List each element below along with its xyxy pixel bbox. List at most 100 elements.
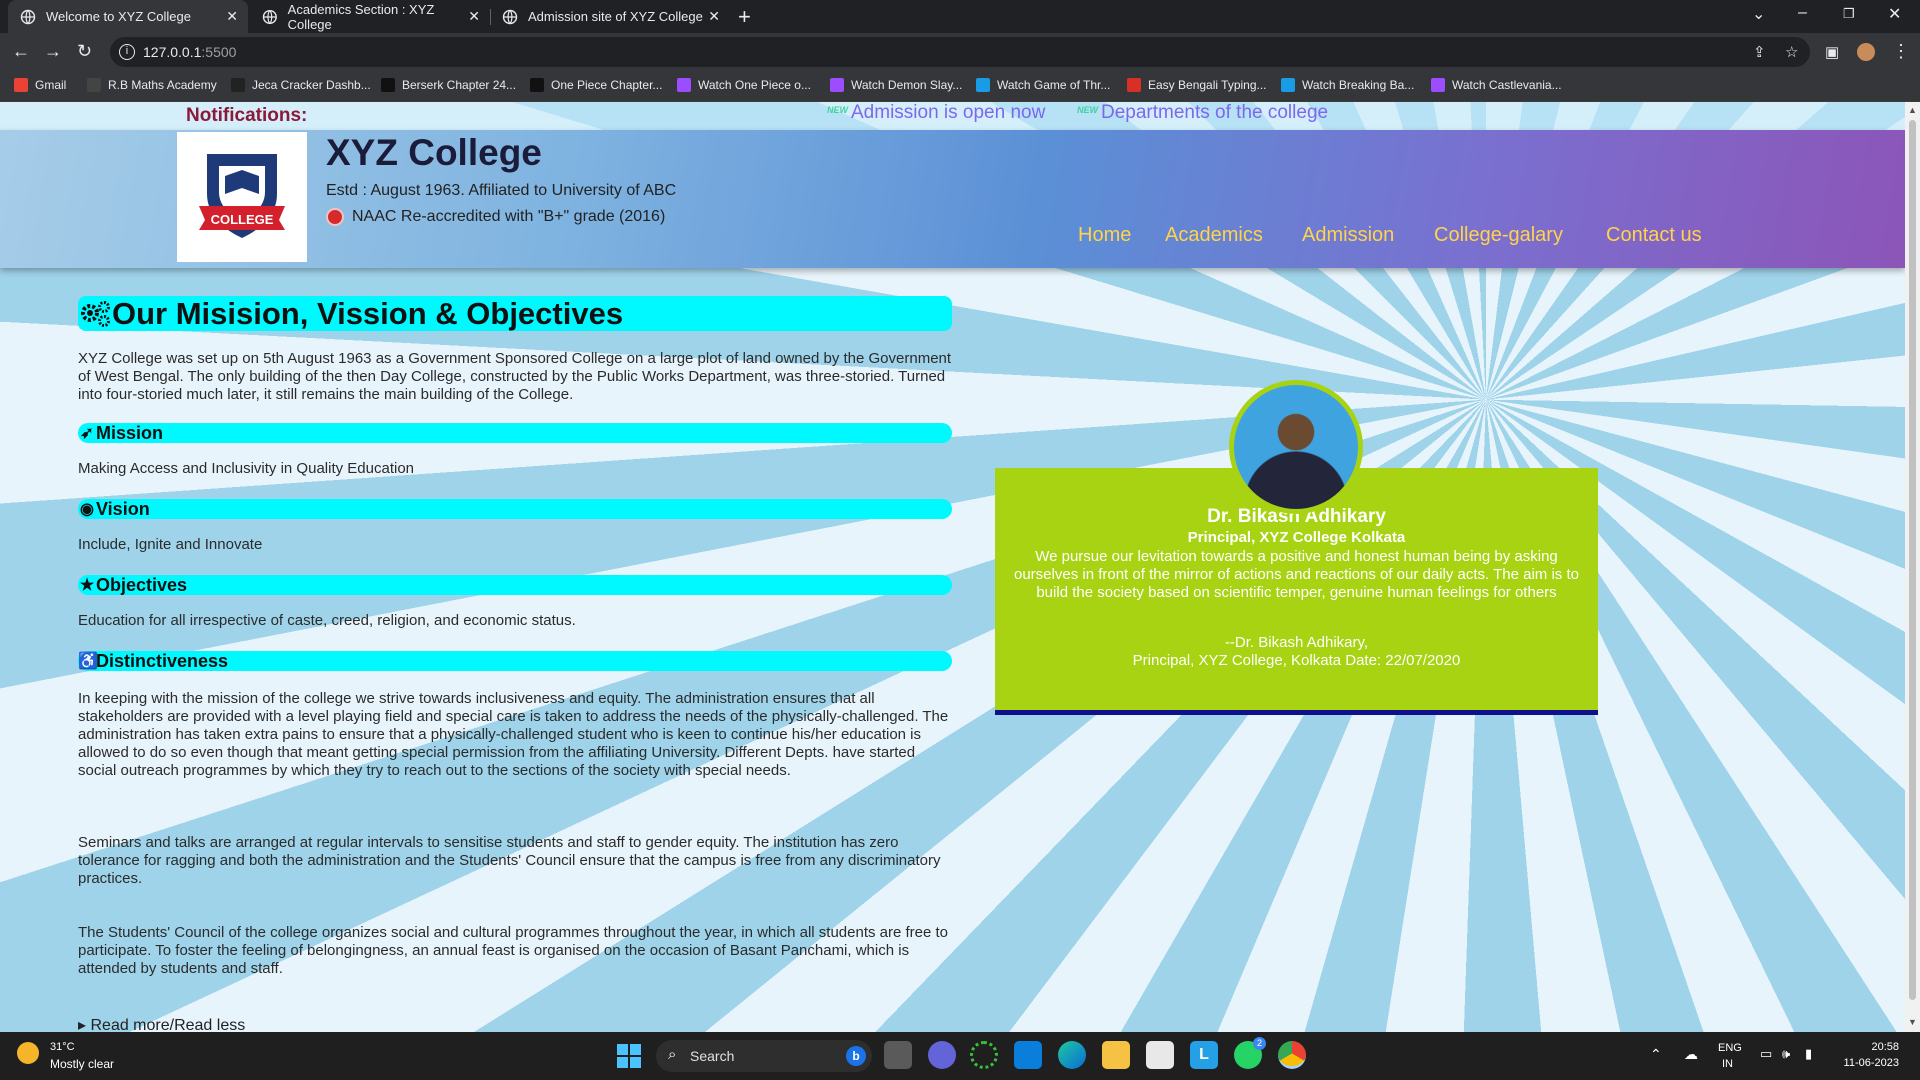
signature-line-2: Principal, XYZ College, Kolkata Date: 22… (1132, 652, 1461, 669)
tab-search-chevron-icon[interactable]: ⌄ (1752, 4, 1765, 24)
read-more-toggle[interactable]: ▸ Read more/Read less (78, 1015, 245, 1032)
reload-icon[interactable]: ↻ (77, 41, 92, 62)
minimize-button[interactable]: – (1798, 4, 1807, 22)
bookmark-item[interactable]: One Piece Chapter... (530, 78, 662, 92)
college-crest-icon: COLLEGE (199, 154, 285, 238)
intro-paragraph: XYZ College was set up on 5th August 196… (78, 350, 952, 403)
site-info-icon[interactable]: i (119, 44, 135, 60)
signature-line-1: --Dr. Bikash Adhikary, (1224, 634, 1369, 651)
loading-app-icon[interactable] (970, 1041, 998, 1069)
bookmark-label: Berserk Chapter 24... (402, 78, 517, 92)
new-tab-button[interactable]: + (738, 4, 751, 30)
close-icon[interactable]: ✕ (226, 8, 238, 25)
naac-text: NAAC Re-accredited with "B+" grade (2016… (352, 208, 666, 225)
edge-icon[interactable] (1058, 1041, 1086, 1069)
teams-chat-icon[interactable] (928, 1041, 956, 1069)
bookmark-item[interactable]: Berserk Chapter 24... (381, 78, 516, 92)
ring-icon (1281, 78, 1295, 92)
red-icon (1127, 78, 1141, 92)
bookmark-item[interactable]: Watch Demon Slay... (830, 78, 962, 92)
bookmark-item[interactable]: Watch Breaking Ba... (1281, 78, 1414, 92)
nav-home[interactable]: Home (1078, 224, 1131, 247)
notification-admission-link[interactable]: NEW Admission is open now (827, 102, 1045, 124)
bookmark-label: Watch Game of Thr... (997, 78, 1111, 92)
chrome-icon[interactable] (1278, 1041, 1306, 1069)
objectives-text: Education for all irrespective of caste,… (78, 612, 576, 629)
browser-tab-bar: Welcome to XYZ College ✕ Academics Secti… (0, 0, 1920, 33)
onedrive-cloud-icon[interactable]: ☁ (1684, 1046, 1698, 1063)
notification-departments-link[interactable]: NEW Departments of the college (1077, 102, 1328, 124)
l-app-icon[interactable]: L (1190, 1041, 1218, 1069)
menu-kebab-icon[interactable]: ⋮ (1892, 41, 1910, 62)
nav-contact-us[interactable]: Contact us (1606, 224, 1702, 247)
mission-heading-text: Mission (96, 422, 164, 443)
address-bar[interactable]: i 127.0.0.1:5500 ⇪ ☆ (110, 37, 1810, 67)
bookmark-item[interactable]: Easy Bengali Typing... (1127, 78, 1267, 92)
globe-icon (502, 9, 518, 24)
objectives-heading-text: Objectives (96, 574, 188, 595)
nav-college-gallery[interactable]: College-galary (1434, 224, 1563, 247)
mc-icon (381, 78, 395, 92)
windows-start-icon[interactable] (617, 1044, 641, 1068)
volume-icon[interactable]: 🕪 (1782, 1046, 1790, 1062)
bookmark-item[interactable]: Watch One Piece o... (677, 78, 811, 92)
weather-description[interactable]: Mostly clear (50, 1057, 114, 1071)
bing-icon[interactable]: b (846, 1046, 866, 1066)
nav-admission[interactable]: Admission (1302, 224, 1394, 247)
browser-toolbar: ← → ↻ i 127.0.0.1:5500 ⇪ ☆ ▣ ⋮ (0, 33, 1920, 71)
close-icon[interactable]: ✕ (468, 8, 480, 25)
mission-heading: ➶ Mission (78, 423, 952, 443)
scroll-up-icon[interactable]: ▲ (1908, 105, 1917, 115)
language-eng[interactable]: ENG (1718, 1042, 1742, 1054)
scroll-thumb[interactable] (1909, 120, 1916, 1000)
side-panel-icon[interactable]: ▣ (1825, 43, 1839, 61)
tab-welcome[interactable]: Welcome to XYZ College ✕ (8, 0, 248, 33)
bookmark-item[interactable]: Watch Castlevania... (1431, 78, 1562, 92)
close-icon[interactable]: ✕ (708, 8, 720, 25)
share-icon[interactable]: ⇪ (1753, 43, 1766, 61)
microsoft-store-icon[interactable] (1146, 1041, 1174, 1069)
restore-button[interactable]: ❐ (1843, 6, 1855, 22)
system-clock[interactable]: 20:58 11-06-2023 (1839, 1041, 1899, 1069)
play-icon (1431, 78, 1445, 92)
tray-chevron-up-icon[interactable]: ⌃ (1650, 1046, 1662, 1063)
circle-icon (231, 78, 245, 92)
profile-avatar[interactable] (1857, 43, 1875, 61)
nav-academics[interactable]: Academics (1165, 224, 1263, 247)
bookmark-item[interactable]: Gmail (14, 78, 66, 92)
weather-temperature[interactable]: 31°C (50, 1041, 75, 1053)
college-logo[interactable]: COLLEGE (177, 132, 307, 262)
url-text: 127.0.0.1:5500 (143, 44, 237, 60)
file-explorer-icon[interactable] (1102, 1041, 1130, 1069)
globe-icon (262, 9, 277, 24)
close-window-button[interactable]: ✕ (1888, 4, 1901, 24)
bookmark-item[interactable]: Watch Game of Thr... (976, 78, 1110, 92)
star-icon[interactable]: ☆ (1785, 43, 1798, 61)
windows-taskbar: 31°C Mostly clear ⌕ Search b L 2 ⌃ ☁ ENG… (0, 1032, 1920, 1080)
page-scrollbar[interactable]: ▲ ▼ (1905, 102, 1920, 1032)
language-in[interactable]: IN (1722, 1058, 1733, 1070)
task-view-icon[interactable] (884, 1041, 912, 1069)
tab-title: Admission site of XYZ College (528, 9, 703, 24)
vscode-icon[interactable] (1014, 1041, 1042, 1069)
taskbar-search[interactable]: ⌕ Search b (656, 1040, 872, 1072)
scroll-down-icon[interactable]: ▼ (1908, 1017, 1917, 1027)
page-viewport: Notifications: NEW Admission is open now… (0, 102, 1905, 1032)
whatsapp-icon[interactable]: 2 (1234, 1037, 1266, 1069)
weather-moon-icon[interactable] (17, 1042, 39, 1064)
bookmark-item[interactable]: R.B Maths Academy (87, 78, 217, 92)
bookmark-item[interactable]: Jeca Cracker Dashb... (231, 78, 371, 92)
network-icon[interactable]: ▭ (1760, 1046, 1772, 1062)
college-name: XYZ College (326, 132, 542, 173)
mission-text: Making Access and Inclusivity in Quality… (78, 460, 414, 477)
play-icon (677, 78, 691, 92)
tab-admission[interactable]: Admission site of XYZ College ✕ (490, 0, 730, 33)
tab-academics[interactable]: Academics Section : XYZ College ✕ (250, 0, 490, 33)
distinctiveness-heading-text: Distinctiveness (96, 650, 229, 671)
back-arrow-icon[interactable]: ← (12, 41, 30, 62)
accessibility-icon: ♿ (78, 653, 98, 670)
forward-arrow-icon[interactable]: → (44, 41, 62, 62)
globe-icon (20, 9, 36, 24)
disclosure-triangle-icon: ▸ (78, 1017, 87, 1032)
battery-icon[interactable]: ▮ (1805, 1046, 1812, 1062)
